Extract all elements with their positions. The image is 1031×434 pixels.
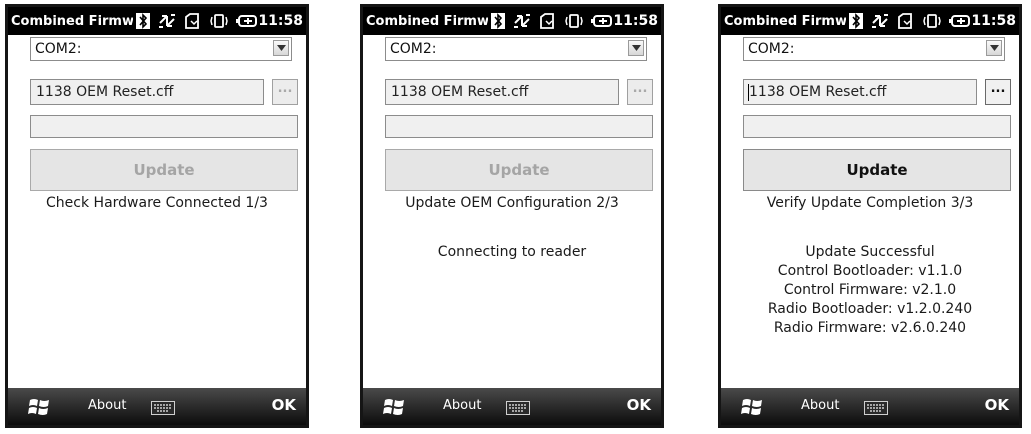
- bottom-bar: About OK: [721, 388, 1019, 425]
- signal-icon[interactable]: [897, 13, 915, 29]
- status-icons: [491, 13, 613, 29]
- vibrate-icon[interactable]: [923, 13, 942, 29]
- status-icons: [136, 13, 258, 29]
- status-icons: [849, 13, 971, 29]
- message-area: Update Successful Control Bootloader: v1…: [721, 243, 1019, 338]
- about-menu[interactable]: About: [801, 398, 839, 413]
- keyboard-icon[interactable]: [864, 400, 888, 419]
- browse-button[interactable]: ...: [272, 79, 298, 105]
- message-line: Radio Bootloader: v1.2.0.240: [767, 301, 973, 317]
- about-menu[interactable]: About: [443, 398, 481, 413]
- vibrate-icon[interactable]: [565, 13, 584, 29]
- dropdown-arrow-icon[interactable]: [628, 40, 644, 56]
- status-bar: Combined Firmwa 11:58: [363, 7, 661, 35]
- port-value: COM2:: [35, 41, 82, 57]
- port-value: COM2:: [748, 41, 795, 57]
- message-line: Connecting to reader: [437, 244, 587, 260]
- clock[interactable]: 11:58: [258, 13, 306, 29]
- message-line: Control Bootloader: v1.1.0: [777, 263, 963, 279]
- windows-start-icon[interactable]: [383, 397, 407, 421]
- battery-icon[interactable]: [591, 13, 613, 29]
- port-dropdown[interactable]: COM2:: [30, 37, 292, 61]
- bottom-bar: About OK: [8, 388, 306, 425]
- about-menu[interactable]: About: [88, 398, 126, 413]
- dropdown-arrow-icon[interactable]: [273, 40, 289, 56]
- ok-button[interactable]: OK: [272, 396, 296, 414]
- message-line: Control Firmware: v2.1.0: [783, 282, 957, 298]
- update-button[interactable]: Update: [385, 149, 653, 191]
- screen-step-2: Combined Firmwa 11:58 COM2: 1138 OEM Res…: [360, 4, 664, 428]
- firmware-file-field[interactable]: 1138 OEM Reset.cff: [30, 79, 264, 105]
- update-button[interactable]: Update: [743, 149, 1011, 191]
- progress-bar: [30, 115, 298, 138]
- clock[interactable]: 11:58: [971, 13, 1019, 29]
- battery-icon[interactable]: [236, 13, 258, 29]
- bluetooth-icon[interactable]: [849, 13, 864, 29]
- bluetooth-icon[interactable]: [491, 13, 506, 29]
- step-status-text: Update OEM Configuration 2/3: [405, 195, 619, 211]
- windows-start-icon[interactable]: [28, 397, 52, 421]
- firmware-file-value: 1138 OEM Reset.cff: [36, 84, 174, 100]
- signal-icon[interactable]: [539, 13, 557, 29]
- bottom-bar: About OK: [363, 388, 661, 425]
- dropdown-arrow-icon[interactable]: [986, 40, 1002, 56]
- app-title[interactable]: Combined Firmwa: [721, 14, 846, 29]
- message-line: Update Successful: [805, 244, 935, 260]
- bluetooth-icon[interactable]: [136, 13, 151, 29]
- message-area: Connecting to reader: [363, 243, 661, 262]
- sync-icon[interactable]: [513, 13, 531, 29]
- screen-step-3: Combined Firmwa 11:58 COM2: 1138 OEM Res…: [718, 4, 1022, 428]
- browse-button[interactable]: ...: [985, 79, 1011, 105]
- status-bar: Combined Firmwa 11:58: [721, 7, 1019, 35]
- progress-bar: [385, 115, 653, 138]
- firmware-file-field[interactable]: 1138 OEM Reset.cff: [743, 79, 977, 105]
- app-title[interactable]: Combined Firmwa: [363, 14, 488, 29]
- vibrate-icon[interactable]: [210, 13, 229, 29]
- keyboard-icon[interactable]: [506, 400, 530, 419]
- battery-icon[interactable]: [949, 13, 971, 29]
- firmware-file-value: 1138 OEM Reset.cff: [749, 84, 887, 100]
- progress-bar: [743, 115, 1011, 138]
- sync-icon[interactable]: [871, 13, 889, 29]
- message-line: Radio Firmware: v2.6.0.240: [773, 320, 967, 336]
- port-dropdown[interactable]: COM2:: [743, 37, 1005, 61]
- update-button[interactable]: Update: [30, 149, 298, 191]
- app-title[interactable]: Combined Firmwa: [8, 14, 133, 29]
- signal-icon[interactable]: [184, 13, 202, 29]
- ok-button[interactable]: OK: [985, 396, 1009, 414]
- keyboard-icon[interactable]: [151, 400, 175, 419]
- clock[interactable]: 11:58: [613, 13, 661, 29]
- status-bar: Combined Firmwa 11:58: [8, 7, 306, 35]
- windows-start-icon[interactable]: [741, 397, 765, 421]
- sync-icon[interactable]: [158, 13, 176, 29]
- port-value: COM2:: [390, 41, 437, 57]
- step-status-text: Check Hardware Connected 1/3: [46, 195, 268, 211]
- firmware-file-value: 1138 OEM Reset.cff: [391, 84, 529, 100]
- step-status-text: Verify Update Completion 3/3: [766, 195, 974, 211]
- browse-button[interactable]: ...: [627, 79, 653, 105]
- screen-step-1: Combined Firmwa 11:58 COM2: 1138 OEM Res…: [5, 4, 309, 428]
- ok-button[interactable]: OK: [627, 396, 651, 414]
- port-dropdown[interactable]: COM2:: [385, 37, 647, 61]
- firmware-file-field[interactable]: 1138 OEM Reset.cff: [385, 79, 619, 105]
